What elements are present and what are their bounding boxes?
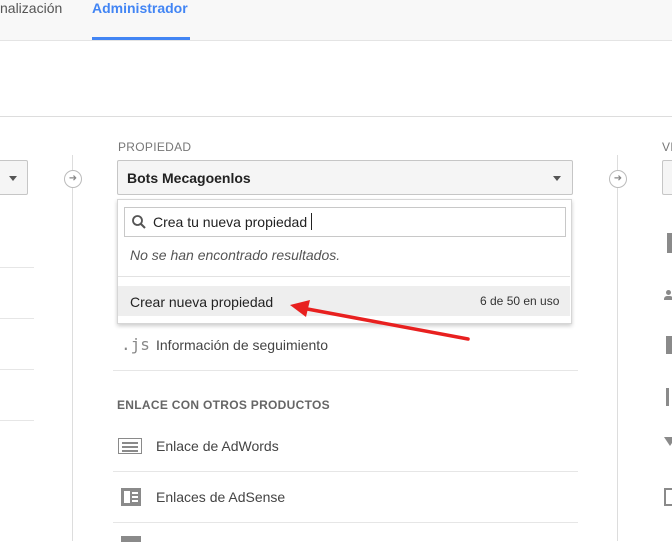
search-icon [132, 215, 146, 229]
filter-icon [664, 437, 672, 446]
account-menu-divider [0, 318, 34, 319]
tab-personalizacion[interactable]: nalización [0, 0, 62, 16]
text-cursor [311, 213, 312, 230]
column-connector-line [617, 155, 618, 541]
menu-divider [113, 370, 578, 371]
adsense-icon [121, 488, 141, 506]
menu-item-adsense-links[interactable]: Enlaces de AdSense [156, 489, 285, 505]
user-icon [664, 290, 672, 300]
property-usage-count: 6 de 50 en uso [480, 294, 560, 308]
chevron-down-icon [553, 176, 561, 181]
account-select[interactable] [0, 160, 28, 195]
no-results-message: No se han encontrado resultados. [130, 247, 341, 263]
active-tab-indicator [92, 37, 190, 40]
menu-divider [113, 471, 578, 472]
next-menu-icon [121, 536, 141, 542]
column-connector-line [72, 155, 73, 541]
view-column-header: VI [662, 140, 672, 154]
create-property-label[interactable]: Crear nueva propiedad [130, 294, 273, 310]
account-menu-divider [0, 369, 34, 370]
menu-item-adwords-link[interactable]: Enlace de AdWords [156, 438, 279, 454]
account-menu-divider [0, 420, 34, 421]
search-input-value: Crea tu nueva propiedad [153, 214, 308, 230]
account-menu-divider [0, 267, 34, 268]
annotation-arrow [290, 300, 470, 341]
property-select[interactable]: Bots Mecagoenlos [117, 160, 573, 195]
section-divider [0, 116, 672, 117]
dropdown-divider [118, 276, 570, 277]
linked-products-section-title: ENLACE CON OTROS PRODUCTOS [117, 398, 330, 412]
tab-administrador[interactable]: Administrador [92, 0, 188, 16]
menu-divider [113, 522, 578, 523]
view-report-icon [664, 488, 672, 506]
property-search-input[interactable]: Crea tu nueva propiedad [124, 207, 566, 237]
chevron-down-icon [9, 176, 17, 181]
view-settings-icon [667, 233, 672, 253]
view-select[interactable] [662, 160, 672, 195]
tracking-info-icon: .js [121, 335, 150, 354]
arrow-right-icon: ➜ [64, 170, 82, 188]
adwords-icon [118, 438, 142, 454]
property-column-header: PROPIEDAD [118, 140, 192, 154]
arrow-right-icon: ➜ [609, 170, 627, 188]
goals-icon [666, 336, 672, 354]
property-select-value: Bots Mecagoenlos [127, 170, 251, 186]
person-icon [666, 388, 672, 406]
